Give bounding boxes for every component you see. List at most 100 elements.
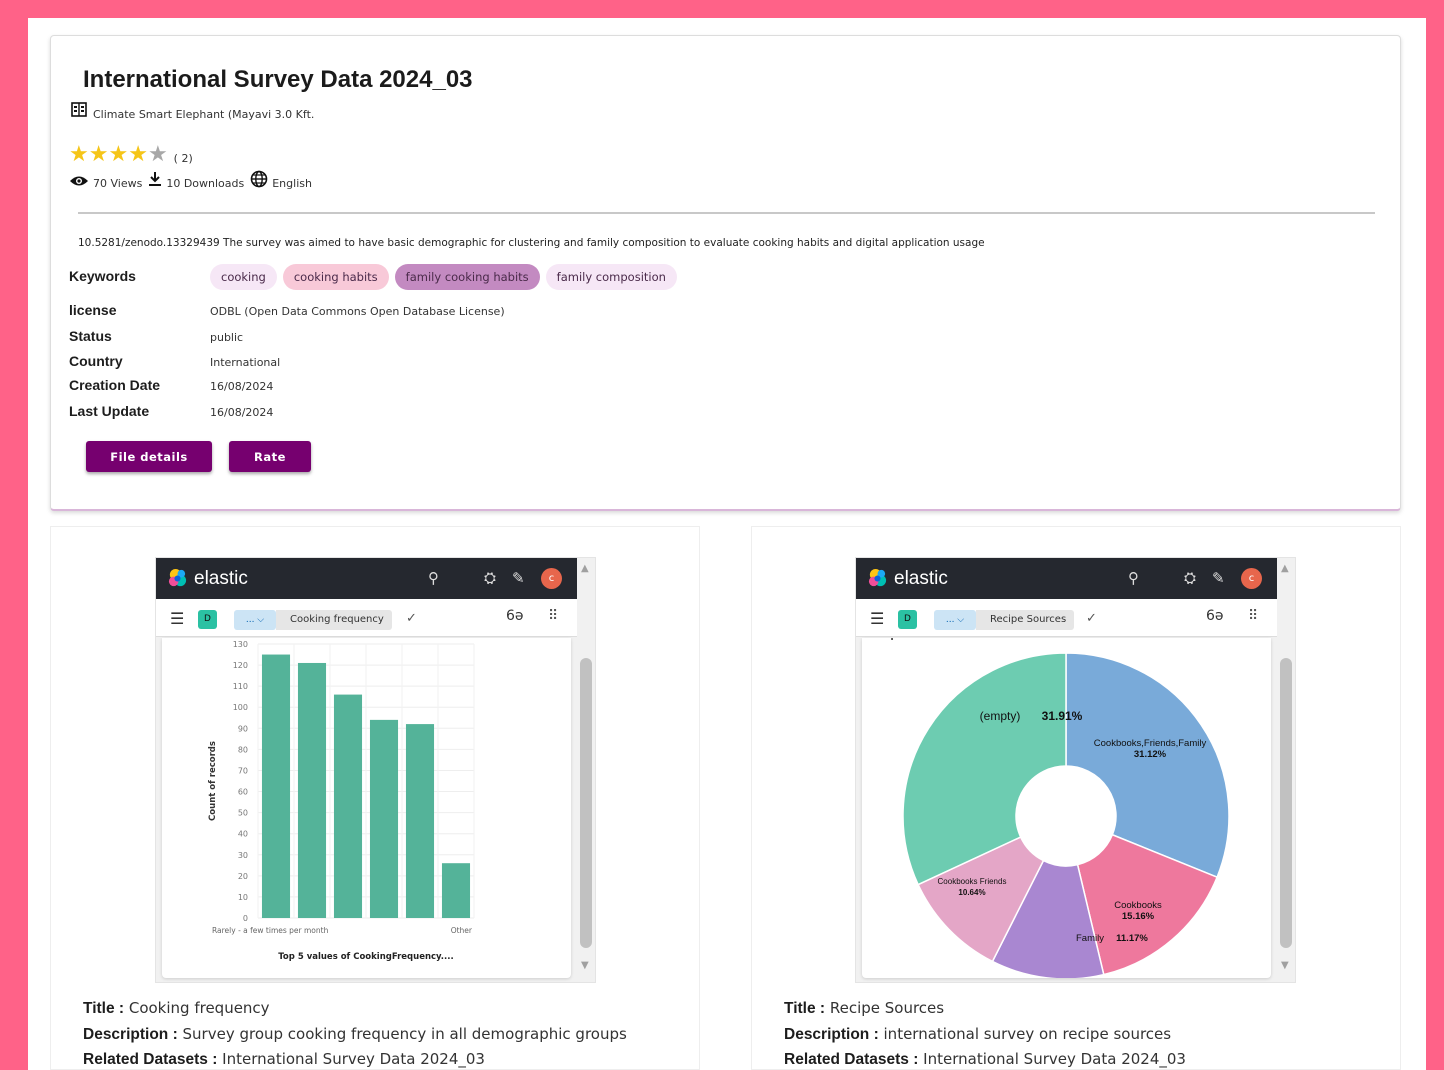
kibana-breadcrumb-bar: ☰ D ... ⌵ Cooking frequency ✓ 6ə ⠿ [156,599,577,637]
menu-icon[interactable]: ☰ [870,609,884,628]
space-badge[interactable]: D [898,610,917,629]
pie-slice [1065,652,1230,879]
publisher: Climate Smart Elephant (Mayavi 3.0 Kft. [71,102,314,121]
slice-percent: 31.12% [1134,749,1167,760]
pie-chart-container: Recipe SourcesCookbooks,Friends,Family31… [862,638,1271,978]
bar [297,662,327,918]
keywords-label: Keywords [69,268,136,284]
scrollbar-thumb[interactable] [580,658,592,948]
slice-percent: 31.91% [1042,709,1083,723]
keyword-chip[interactable]: cooking [210,264,277,290]
star-icon[interactable]: ★ [89,144,109,166]
keyword-chip[interactable]: family cooking habits [394,264,540,290]
app-name: elastic [194,568,248,589]
description-label: Description : [784,1026,879,1043]
y-tick-label: 20 [238,872,248,881]
check-icon: ✓ [406,611,417,626]
description-value: international survey on recipe sources [883,1025,1172,1043]
scroll-down-arrow-icon[interactable]: ▼ [581,960,589,971]
bar [333,694,363,918]
slice-label: (empty) [980,709,1021,723]
menu-icon[interactable]: ☰ [170,609,184,628]
avatar[interactable]: c [541,568,562,589]
help-icon[interactable]: ⛭ [1184,569,1196,587]
related-label: Related Datasets : [784,1051,919,1068]
elastic-logo-icon [168,568,187,587]
title-value: Recipe Sources [829,999,945,1017]
kibana-header: elastic ⚲ ⛭ ✎ c [856,558,1277,599]
title-label: Title : [784,1000,826,1017]
creation-date-label: Creation Date [69,377,161,393]
viz-title: Title : Cooking frequency [83,999,270,1018]
elastic-logo-icon [868,568,887,587]
chart-title: Recipe Sources [869,638,946,641]
related-value: International Survey Data 2024_03 [222,1050,485,1068]
status-label: Status [69,328,112,344]
bar [405,724,435,918]
app-name: elastic [894,568,948,589]
visualization-panel-right: elastic ⚲ ⛭ ✎ c ☰ D ... ⌵ Recipe Sources… [751,526,1401,1070]
description-value: Survey group cooking frequency in all de… [182,1025,627,1043]
scrollbar-thumb[interactable] [1280,658,1292,948]
building-icon [71,102,87,121]
file-details-button[interactable]: File details [86,441,212,472]
star-icon[interactable]: ★ [128,144,148,166]
newsfeed-icon[interactable]: ✎ [1212,569,1225,587]
country-label: Country [69,353,123,369]
last-update-value: 16/08/2024 [210,406,274,419]
related-label: Related Datasets : [83,1051,218,1068]
rate-button[interactable]: Rate [229,441,311,472]
bar-chart: 0 10 20 30 40 50 60 70 80 90 100 110 120 130 Rarely - … [208,640,475,962]
scroll-up-arrow-icon[interactable]: ▲ [581,563,589,574]
app-grid-icon[interactable]: ⠿ [1248,608,1258,624]
viz-related: Related Datasets : International Survey … [83,1050,485,1069]
glasses-icon[interactable]: 6ə [506,608,524,624]
y-tick-label: 100 [233,703,248,712]
y-tick-label: 0 [243,914,248,923]
title-label: Title : [83,1000,125,1017]
glasses-icon[interactable]: 6ə [1206,608,1224,624]
space-badge[interactable]: D [198,610,217,629]
app-grid-icon[interactable]: ⠿ [548,608,558,624]
x-tick-label: Rarely - a few times per month [212,926,329,935]
x-tick-label: Other [451,926,473,935]
eye-icon [69,172,89,191]
bar-chart-container: 0 10 20 30 40 50 60 70 80 90 100 110 120 130 Rarely - … [162,638,571,978]
breadcrumb-current: Cooking frequency [276,610,392,630]
viz-related: Related Datasets : International Survey … [784,1050,1186,1069]
search-icon[interactable]: ⚲ [1128,569,1139,587]
bar [441,863,471,918]
star-icon[interactable]: ★ [108,144,128,166]
search-icon[interactable]: ⚲ [428,569,439,587]
bar [369,719,399,918]
keyword-chip[interactable]: family composition [545,264,677,290]
views-count: 70 Views [93,176,143,190]
slice-percent: 10.64% [958,888,985,897]
scroll-up-arrow-icon[interactable]: ▲ [1281,563,1289,574]
language: English [272,176,312,190]
y-axis-label: Count of records [208,741,218,821]
y-tick-label: 120 [233,661,248,670]
scroll-down-arrow-icon[interactable]: ▼ [1281,960,1289,971]
avatar[interactable]: c [1241,568,1262,589]
newsfeed-icon[interactable]: ✎ [512,569,525,587]
divider [78,212,1375,214]
dataset-stats: 70 Views 10 Downloads English [69,170,318,192]
x-axis-label: Top 5 values of CookingFrequency.... [278,952,453,962]
breadcrumb-collapsed[interactable]: ... ⌵ [234,610,276,630]
kibana-breadcrumb-bar: ☰ D ... ⌵ Recipe Sources ✓ 6ə ⠿ [856,599,1277,637]
globe-icon [250,170,268,192]
breadcrumb-collapsed[interactable]: ... ⌵ [934,610,976,630]
related-value: International Survey Data 2024_03 [923,1050,1186,1068]
creation-date-value: 16/08/2024 [210,380,274,393]
downloads-count: 10 Downloads [166,176,245,190]
rating[interactable]: ★ ★ ★ ★ ★ ( 2) [69,144,193,166]
help-icon[interactable]: ⛭ [484,569,496,587]
slice-percent: 15.16% [1122,911,1155,922]
star-icon[interactable]: ★ [69,144,89,166]
keyword-chip[interactable]: cooking habits [282,264,389,290]
slice-label: Cookbooks [1114,900,1162,911]
slice-percent: 11.17% [1116,933,1148,944]
viz-description: Description : Survey group cooking frequ… [83,1025,627,1044]
star-empty-icon[interactable]: ★ [148,144,168,166]
